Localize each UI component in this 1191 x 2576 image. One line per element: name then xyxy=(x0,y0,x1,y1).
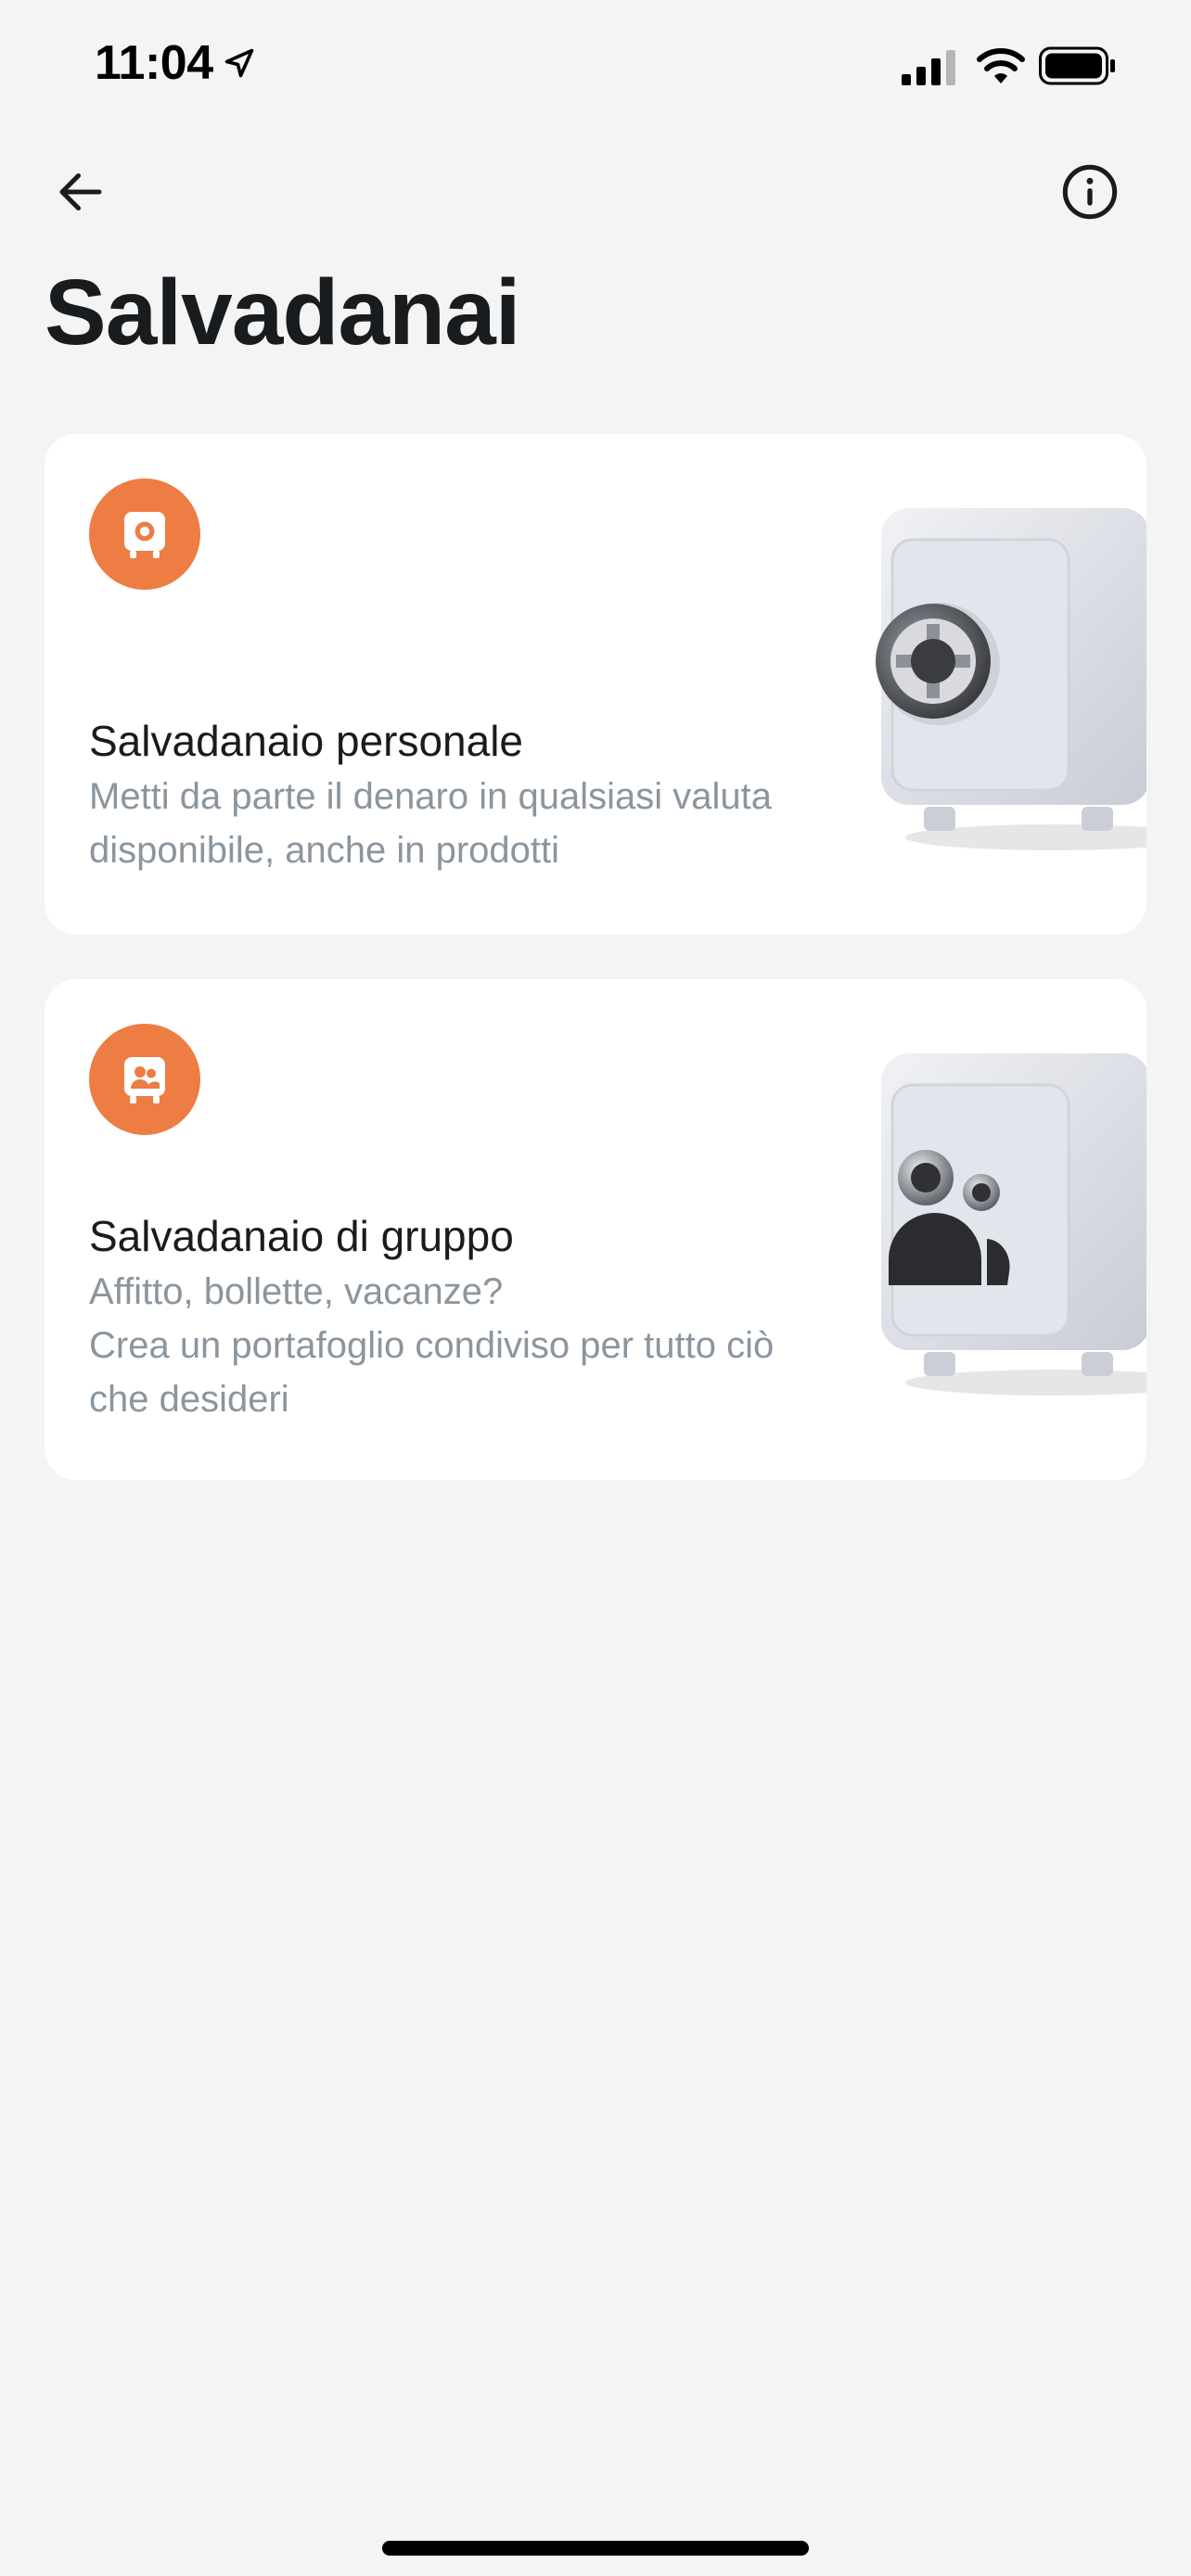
card-description: Affitto, bollette, vacanze? Crea un port… xyxy=(89,1271,775,1420)
back-button[interactable] xyxy=(48,159,113,224)
group-vault-card[interactable]: Salvadanaio di gruppo Affitto, bollette,… xyxy=(45,979,1146,1480)
card-title: Salvadanaio personale xyxy=(89,717,524,765)
info-button[interactable] xyxy=(1057,159,1122,224)
status-time: 11:04 xyxy=(95,36,213,90)
card-description: Metti da parte il denaro in qualsiasi va… xyxy=(89,776,772,871)
group-safe-icon xyxy=(124,1057,165,1103)
personal-vault-card[interactable]: Salvadanaio personale Metti da parte il … xyxy=(45,434,1146,935)
card-text: Salvadanaio di gruppo Affitto, bollette,… xyxy=(89,1207,887,1426)
home-indicator[interactable] xyxy=(382,2541,809,2556)
page-title: Salvadanai xyxy=(45,261,521,364)
safe-icon xyxy=(124,512,165,558)
safe-icon-badge xyxy=(89,478,200,590)
info-circle-icon xyxy=(1062,164,1118,220)
status-bar: 11:04 xyxy=(0,0,1191,130)
cellular-signal-icon xyxy=(902,50,955,85)
arrow-left-icon xyxy=(59,173,102,210)
screen: 11:04 Salvadanai Salvadanaio personale M… xyxy=(0,0,1191,2576)
wifi-icon xyxy=(977,48,1025,83)
card-title: Salvadanaio di gruppo xyxy=(89,1212,514,1260)
battery-icon xyxy=(1039,46,1115,85)
safe-illustration xyxy=(876,508,1146,850)
card-text: Salvadanaio personale Metti da parte il … xyxy=(89,712,887,877)
location-arrow-icon xyxy=(224,48,254,78)
group-safe-icon-badge xyxy=(89,1024,200,1135)
group-safe-illustration xyxy=(881,1053,1146,1396)
